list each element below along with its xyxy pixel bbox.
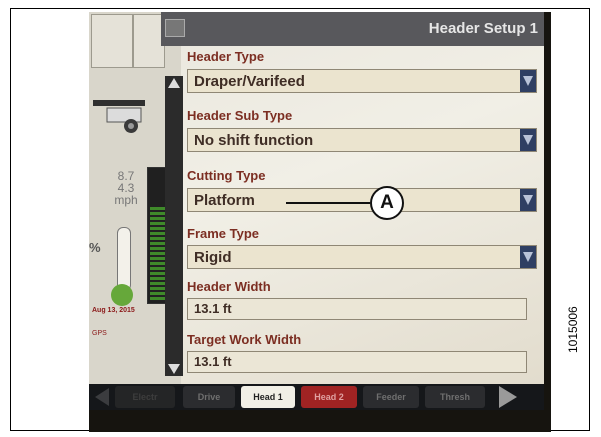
chevron-down-icon[interactable] [520, 246, 536, 268]
target-work-width-value: 13.1 ft [194, 354, 232, 369]
frame-type-dropdown[interactable]: Rigid [187, 245, 537, 269]
machine-icon [165, 19, 185, 37]
callout-a: A [370, 186, 404, 220]
page-title: Header Setup 1 [428, 20, 538, 37]
header-type-value: Draper/Varifeed [194, 73, 305, 90]
chevron-down-icon[interactable] [520, 129, 536, 151]
tab-head-1[interactable]: Head 1 [241, 386, 295, 408]
scrollbar[interactable] [165, 76, 183, 376]
percent-readout: % [89, 240, 101, 255]
tab-thresh[interactable]: Thresh [425, 386, 485, 408]
header-width-field[interactable]: 13.1 ft [187, 298, 527, 320]
tab-head-2[interactable]: Head 2 [301, 386, 357, 408]
frame-type-value: Rigid [194, 249, 232, 266]
display-screen: 8.7 4.3 mph % Aug 13, 2015 GPS Header Se… [89, 12, 544, 384]
gps-indicator: GPS [92, 330, 107, 337]
chevron-down-icon[interactable] [520, 189, 536, 211]
header-sub-type-label: Header Sub Type [187, 108, 293, 123]
temperature-bulb [111, 284, 133, 306]
display-photo: 8.7 4.3 mph % Aug 13, 2015 GPS Header Se… [89, 12, 551, 432]
tab-scroll-right-icon[interactable] [499, 386, 517, 408]
cutting-type-label: Cutting Type [187, 168, 266, 183]
figure-number: 1015006 [566, 306, 580, 353]
header-sub-type-value: No shift function [194, 132, 314, 149]
header-width-label: Header Width [187, 279, 271, 294]
header-width-value: 13.1 ft [194, 301, 232, 316]
frame-type-label: Frame Type [187, 226, 260, 241]
scroll-up-icon[interactable] [168, 78, 180, 88]
speed-readout: 8.7 4.3 mph [106, 170, 146, 206]
cutting-type-dropdown[interactable]: Platform [187, 188, 537, 212]
tab-drive[interactable]: Drive [183, 386, 235, 408]
target-work-width-field[interactable]: 13.1 ft [187, 351, 527, 373]
speed-unit: mph [114, 193, 138, 207]
tab-electr[interactable]: Electr [115, 386, 175, 408]
harvester-icon [93, 100, 145, 133]
target-work-width-label: Target Work Width [187, 332, 302, 347]
header-type-label: Header Type [187, 49, 265, 64]
tab-feeder[interactable]: Feeder [363, 386, 419, 408]
title-bar: Header Setup 1 [161, 12, 544, 46]
tab-scroll-left-icon[interactable] [95, 388, 109, 406]
cutting-type-value: Platform [194, 192, 255, 209]
scroll-down-icon[interactable] [168, 364, 180, 374]
header-sub-type-dropdown[interactable]: No shift function [187, 128, 537, 152]
callout-leader-line [286, 202, 370, 204]
temperature-gauge [117, 227, 131, 291]
header-type-dropdown[interactable]: Draper/Varifeed [187, 69, 537, 93]
chevron-down-icon[interactable] [520, 70, 536, 92]
status-box [91, 14, 133, 68]
header-setup-form: Header Type Draper/Varifeed Header Sub T… [183, 46, 544, 376]
